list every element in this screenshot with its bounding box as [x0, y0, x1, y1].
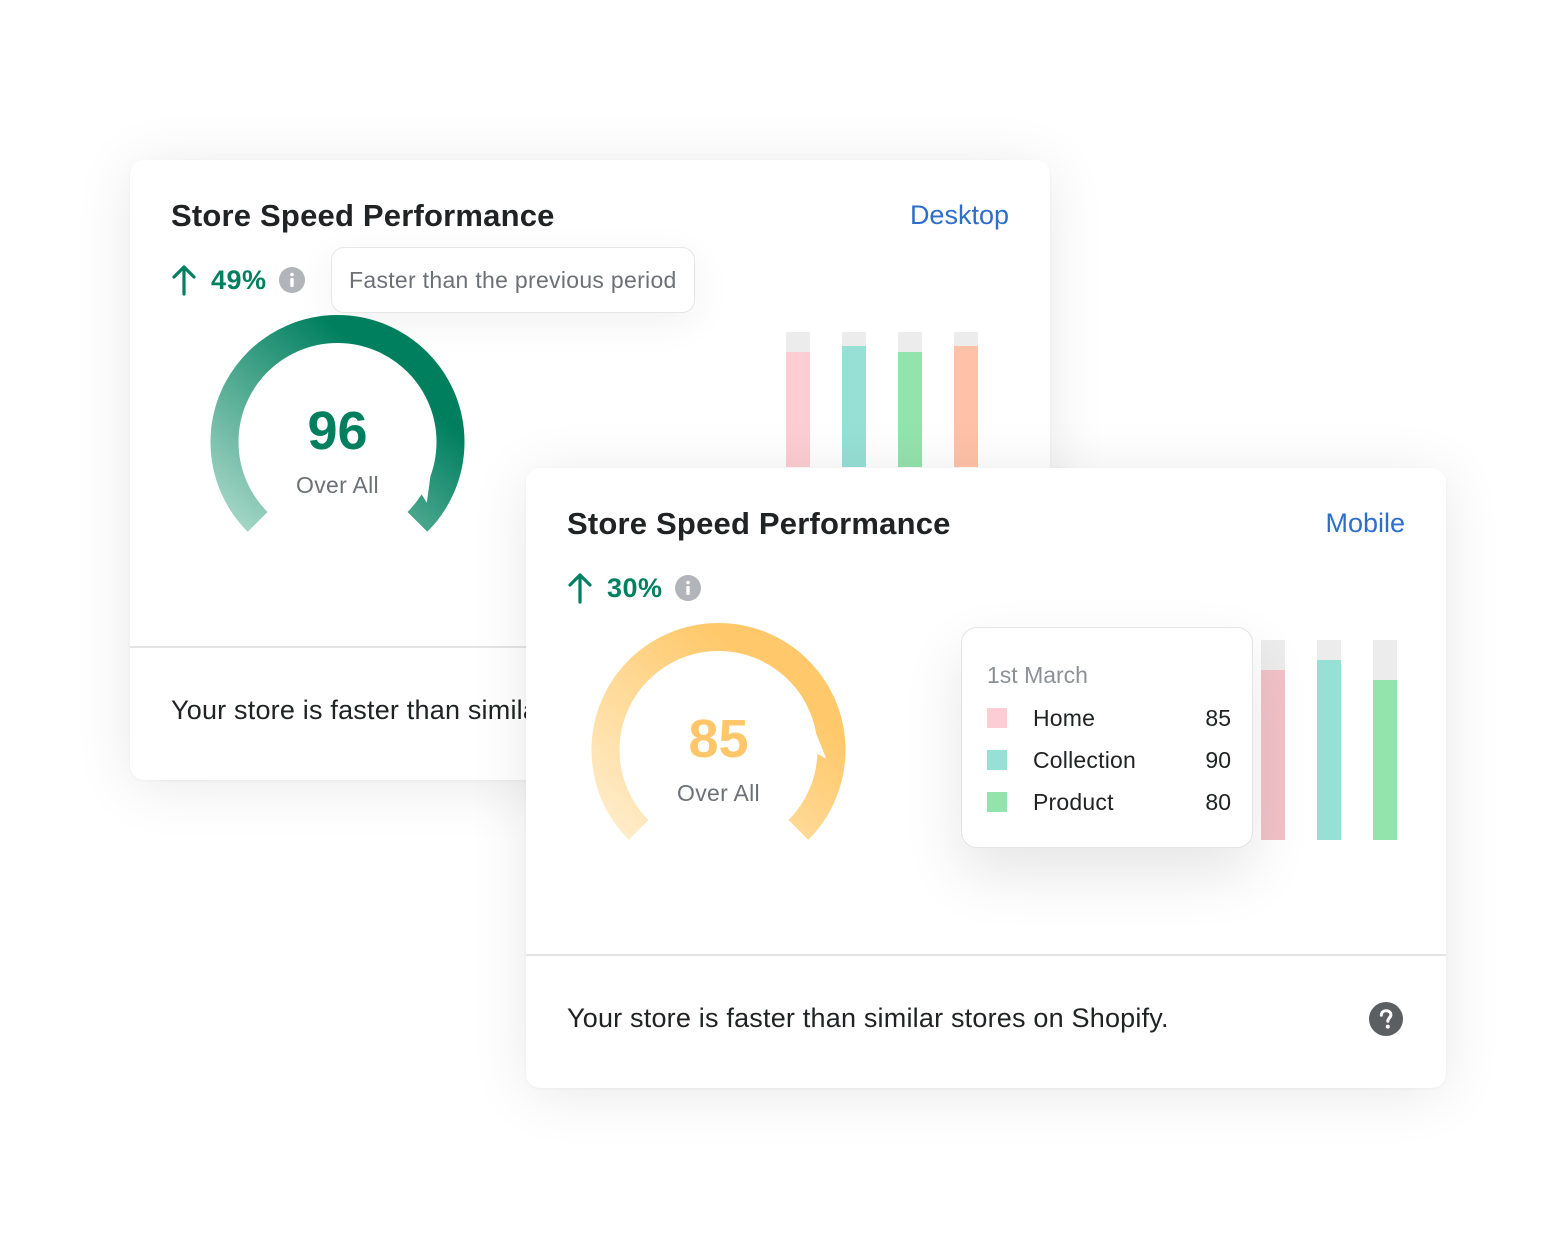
page-speed-bar-chart	[786, 332, 986, 467]
mobile-performance-card: Store Speed Performance Mobile 30% 85 Ov…	[526, 468, 1446, 1088]
trend-indicator: 30%	[567, 570, 701, 606]
mobile-view-link[interactable]: Mobile	[1325, 508, 1405, 539]
info-tooltip: Faster than the previous period	[331, 247, 695, 313]
legend-label: Collection	[1033, 746, 1136, 773]
legend-date: 1st March	[987, 662, 1088, 688]
info-icon[interactable]	[278, 267, 305, 293]
card-title: Store Speed Performance	[567, 506, 951, 541]
trend-indicator: 49%	[171, 262, 305, 298]
card-divider	[526, 954, 1446, 956]
overall-score: 85	[688, 709, 749, 769]
chart-bar[interactable]	[1317, 640, 1341, 840]
chart-bar-fill	[954, 345, 978, 467]
chart-bar-fill	[1261, 670, 1285, 840]
chart-legend-tooltip: 1st March Home 85 Collection 90 Product …	[961, 627, 1253, 848]
chart-bar-fill	[1373, 680, 1397, 840]
card-title: Store Speed Performance	[171, 198, 555, 233]
chart-bar[interactable]	[1261, 640, 1285, 840]
legend-item-collection: Collection 90	[987, 745, 1231, 775]
chart-bar-fill	[842, 345, 866, 467]
trend-percentage: 49%	[211, 264, 267, 295]
legend-swatch	[987, 750, 1007, 770]
legend-swatch	[987, 708, 1007, 728]
legend-label: Product	[1033, 788, 1114, 815]
help-icon[interactable]	[1369, 1002, 1403, 1036]
legend-swatch	[987, 792, 1007, 812]
chart-bar[interactable]	[954, 332, 978, 467]
legend-value: 80	[1205, 788, 1231, 815]
chart-bar[interactable]	[842, 332, 866, 467]
arrow-up-icon	[568, 573, 592, 604]
chart-bar[interactable]	[786, 332, 810, 467]
legend-label: Home	[1033, 704, 1096, 731]
overall-score: 96	[307, 401, 368, 461]
info-icon[interactable]	[674, 575, 701, 601]
page-speed-bar-chart	[1261, 640, 1411, 840]
score-gauge: 85 Over All	[581, 623, 856, 863]
arrow-up-icon	[172, 265, 196, 296]
legend-value: 85	[1205, 704, 1231, 731]
legend-item-home: Home 85	[987, 703, 1231, 733]
chart-bar-fill	[898, 352, 922, 467]
chart-bar[interactable]	[898, 332, 922, 467]
overall-score-label: Over All	[296, 472, 379, 498]
comparison-text: Your store is faster than similar stores…	[567, 1003, 1169, 1033]
trend-percentage: 30%	[607, 572, 663, 603]
legend-value: 90	[1205, 746, 1231, 773]
overall-score-label: Over All	[677, 780, 760, 806]
desktop-view-link[interactable]: Desktop	[910, 200, 1009, 231]
chart-bar-fill	[786, 352, 810, 467]
legend-item-product: Product 80	[987, 787, 1231, 817]
chart-bar-fill	[1317, 660, 1341, 840]
chart-bar[interactable]	[1373, 640, 1397, 840]
score-gauge: 96 Over All	[200, 315, 475, 555]
